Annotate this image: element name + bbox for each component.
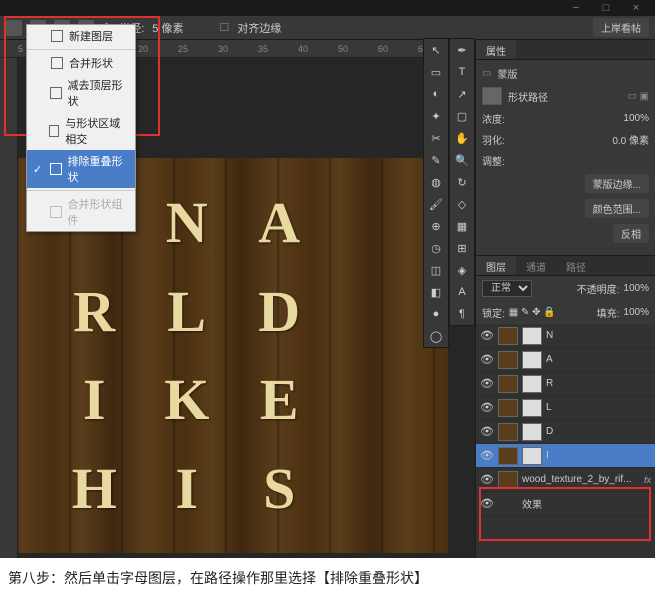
color-range-button[interactable]: 颜色范围... [585,199,649,218]
visibility-icon[interactable]: 👁 [480,497,494,510]
layer-item[interactable]: 👁D [476,420,655,444]
letter: A [233,178,326,267]
brush-tool-icon[interactable]: 🖌 [424,193,448,215]
note-tool-icon[interactable]: ◇ [450,193,474,215]
letter: I [48,356,141,445]
layer-item[interactable]: 👁R [476,372,655,396]
layer-effects[interactable]: 👁效果 [476,492,655,516]
healing-tool-icon[interactable]: ◍ [424,171,448,193]
visibility-icon[interactable]: 👁 [480,353,494,366]
dd-new-layer[interactable]: 新建图层 [27,25,135,47]
letter: S [233,444,326,533]
mask-label: 形状路径 [508,89,548,104]
path-operations-dropdown: 新建图层 合并形状 减去顶层形状 与形状区域相交 ✓排除重叠形状 合并形状组件 [26,24,136,232]
properties-tab[interactable]: 属性 [476,40,516,59]
letter: E [233,356,326,445]
type-tool-icon[interactable]: T [450,61,474,83]
zoom-tool-icon[interactable]: 🔍 [450,149,474,171]
dd-exclude[interactable]: ✓排除重叠形状 [27,150,135,188]
lock-icons[interactable]: ▦ ✎ ✥ 🔒 [509,307,556,318]
lasso-tool-icon[interactable]: ◐ [424,83,448,105]
letter: L [141,267,234,356]
fx-badge[interactable]: fx [644,475,651,485]
letter [326,356,419,445]
layer-item-wood[interactable]: 👁wood_texture_2_by_rif...fx [476,468,655,492]
pen-tool-icon[interactable]: ✒ [450,39,474,61]
visibility-icon[interactable]: 👁 [480,377,494,390]
rotate-tool-icon[interactable]: ↻ [450,171,474,193]
ruler-vertical [0,58,18,558]
dd-intersect[interactable]: 与形状区域相交 [27,112,135,150]
letter: N [141,178,234,267]
letter: I [141,444,234,533]
letter: D [233,267,326,356]
visibility-icon[interactable]: 👁 [480,329,494,342]
lock-label: 锁定: [482,305,505,320]
stamp-tool-icon[interactable]: ⊕ [424,215,448,237]
visibility-icon[interactable]: 👁 [480,449,494,462]
history-tool-icon[interactable]: ◷ [424,237,448,259]
layer-item[interactable]: 👁N [476,324,655,348]
feather-label: 羽化: [482,132,512,147]
layers-tab[interactable]: 图层 [476,256,516,275]
fill-value[interactable]: 100% [623,307,649,318]
settings-button[interactable]: 上岸看帖 [593,18,649,37]
opacity-label: 不透明度: [577,281,620,296]
feather-value[interactable]: 0.0 像素 [612,132,649,147]
eraser-tool-icon[interactable]: ◫ [424,259,448,281]
path-tool-icon[interactable]: ↗ [450,83,474,105]
channels-tab[interactable]: 通道 [516,256,556,275]
wand-tool-icon[interactable]: ✦ [424,105,448,127]
maximize-button[interactable]: □ [591,0,621,16]
layer-list: 👁N 👁A 👁R 👁L 👁D 👁I 👁wood_texture_2_by_rif… [476,324,655,558]
gradient-tool-icon[interactable]: ◧ [424,281,448,303]
density-label: 浓度: [482,111,512,126]
mask-edge-button[interactable]: 蒙版边缘... [585,174,649,193]
paths-tab[interactable]: 路径 [556,256,596,275]
tools-panel-left: ↖ ▭ ◐ ✦ ✂ ✎ ◍ 🖌 ⊕ ◷ ◫ ◧ ● ◯ [423,38,449,348]
invert-button[interactable]: 反相 [613,224,649,243]
blend-mode-select[interactable]: 正常 [482,280,532,297]
caption-text: 第八步：然后单击字母图层，在路径操作那里选择【排除重叠形状】 [0,558,655,598]
letter: K [141,356,234,445]
misc2-tool-icon[interactable]: ◈ [450,259,474,281]
move-tool-icon[interactable]: ↖ [424,39,448,61]
letter: H [48,444,141,533]
letter [326,178,419,267]
opacity-value[interactable]: 100% [623,283,649,294]
paragraph-icon[interactable]: ¶ [450,303,474,325]
refine-label: 调整: [482,153,512,168]
mask-swatch [482,87,502,105]
color-tool-icon[interactable]: ▦ [450,215,474,237]
letter: R [48,267,141,356]
density-value[interactable]: 100% [623,113,649,124]
type-kern-icon[interactable]: A [450,281,474,303]
shape-tool-icon[interactable] [6,20,22,36]
letter [326,267,419,356]
visibility-icon[interactable]: 👁 [480,473,494,486]
dd-combine[interactable]: 合并形状 [27,52,135,74]
align-edges-label[interactable]: 对齐边缘 [237,20,281,36]
close-button[interactable]: × [621,0,651,16]
blur-tool-icon[interactable]: ● [424,303,448,325]
hand-tool-icon[interactable]: ✋ [450,127,474,149]
dd-merge: 合并形状组件 [27,193,135,231]
eyedropper-tool-icon[interactable]: ✎ [424,149,448,171]
fill-label: 填充: [597,305,620,320]
mask-type-label: 蒙版 [497,66,527,81]
dd-subtract[interactable]: 减去顶层形状 [27,74,135,112]
layer-item[interactable]: 👁A [476,348,655,372]
visibility-icon[interactable]: 👁 [480,425,494,438]
crop-tool-icon[interactable]: ✂ [424,127,448,149]
radius-value[interactable]: 5 像素 [152,20,183,36]
layer-item[interactable]: 👁L [476,396,655,420]
misc-tool-icon[interactable]: ⊞ [450,237,474,259]
visibility-icon[interactable]: 👁 [480,401,494,414]
minimize-button[interactable]: − [561,0,591,16]
dodge-tool-icon[interactable]: ◯ [424,325,448,347]
shape-tool-icon[interactable]: ▢ [450,105,474,127]
layer-item-selected[interactable]: 👁I [476,444,655,468]
marquee-tool-icon[interactable]: ▭ [424,61,448,83]
tools-panel-right: ✒ T ↗ ▢ ✋ 🔍 ↻ ◇ ▦ ⊞ ◈ A ¶ [449,38,475,326]
